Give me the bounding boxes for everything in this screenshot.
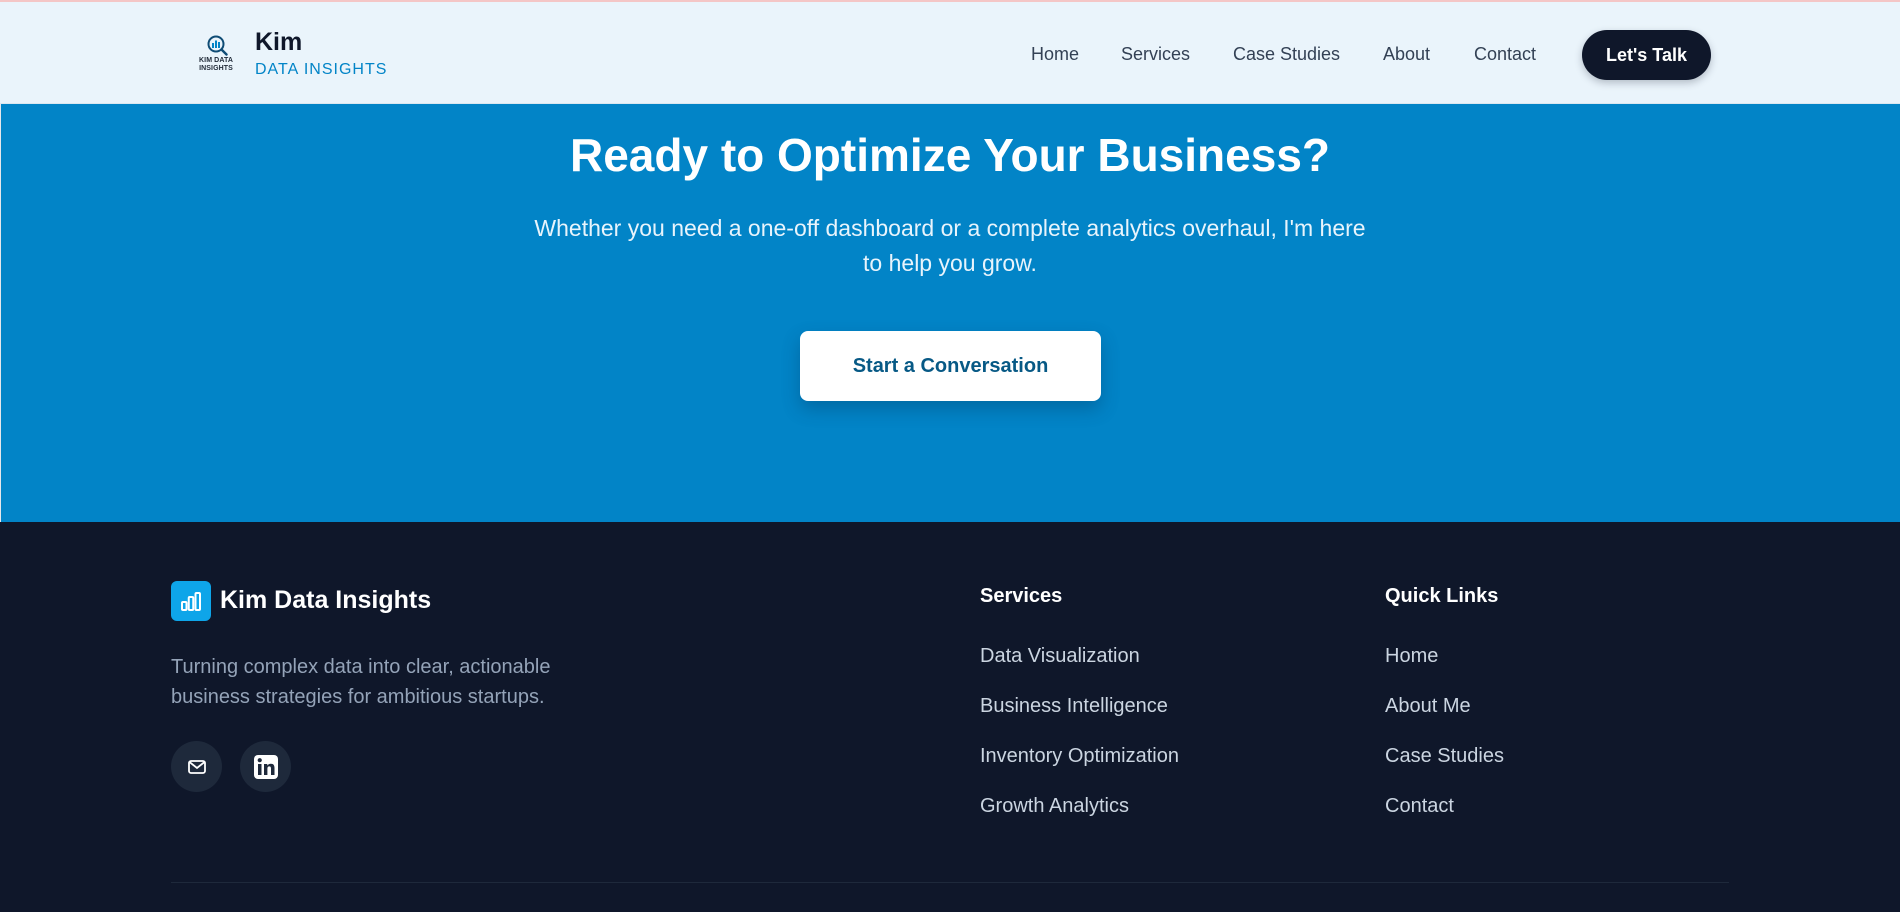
start-conversation-button[interactable]: Start a Conversation: [800, 331, 1101, 401]
footer-link-contact[interactable]: Contact: [1385, 795, 1454, 818]
quick-links-heading: Quick Links: [1385, 585, 1499, 607]
footer-description: Turning complex data into clear, actiona…: [171, 656, 551, 708]
linkedin-icon: [253, 754, 278, 779]
footer-link-inventory-optimization[interactable]: Inventory Optimization: [980, 745, 1179, 768]
nav-services[interactable]: Services: [1121, 44, 1190, 65]
footer-link-about-me[interactable]: About Me: [1385, 695, 1471, 718]
services-heading: Services: [980, 585, 1063, 607]
footer-logo: [171, 581, 211, 621]
nav-case-studies[interactable]: Case Studies: [1233, 44, 1340, 65]
site-footer: [0, 522, 1900, 912]
footer-link-business-intelligence[interactable]: Business Intelligence: [980, 695, 1168, 718]
site-header: KIM DATA INSIGHTS Kim DATA INSIGHTS Home…: [0, 2, 1900, 104]
email-button[interactable]: [171, 741, 222, 792]
nav-about[interactable]: About: [1383, 44, 1430, 65]
footer-link-data-visualization[interactable]: Data Visualization: [980, 645, 1140, 668]
footer-link-home[interactable]: Home: [1385, 645, 1438, 668]
footer-divider: [171, 882, 1729, 883]
footer-link-growth-analytics[interactable]: Growth Analytics: [980, 795, 1129, 818]
bar-chart-icon: [181, 592, 201, 611]
nav-home[interactable]: Home: [1031, 44, 1079, 65]
lets-talk-button[interactable]: Let's Talk: [1582, 30, 1711, 80]
logo-mark[interactable]: KIM DATA INSIGHTS: [196, 34, 236, 76]
brand-name[interactable]: Kim: [255, 28, 302, 57]
linkedin-button[interactable]: [240, 741, 291, 792]
nav-contact[interactable]: Contact: [1474, 44, 1536, 65]
footer-brand: Kim Data Insights: [220, 586, 432, 614]
footer-link-case-studies[interactable]: Case Studies: [1385, 745, 1504, 768]
hero-title: Ready to Optimize Your Business?: [569, 129, 1330, 181]
magnifier-chart-icon: [207, 35, 228, 56]
logo-mini-text: KIM DATA INSIGHTS: [199, 57, 233, 72]
brand-tagline: DATA INSIGHTS: [255, 61, 388, 78]
hero-text: Whether you need a one-off dashboard or …: [534, 215, 1366, 276]
mail-icon: [187, 759, 206, 774]
